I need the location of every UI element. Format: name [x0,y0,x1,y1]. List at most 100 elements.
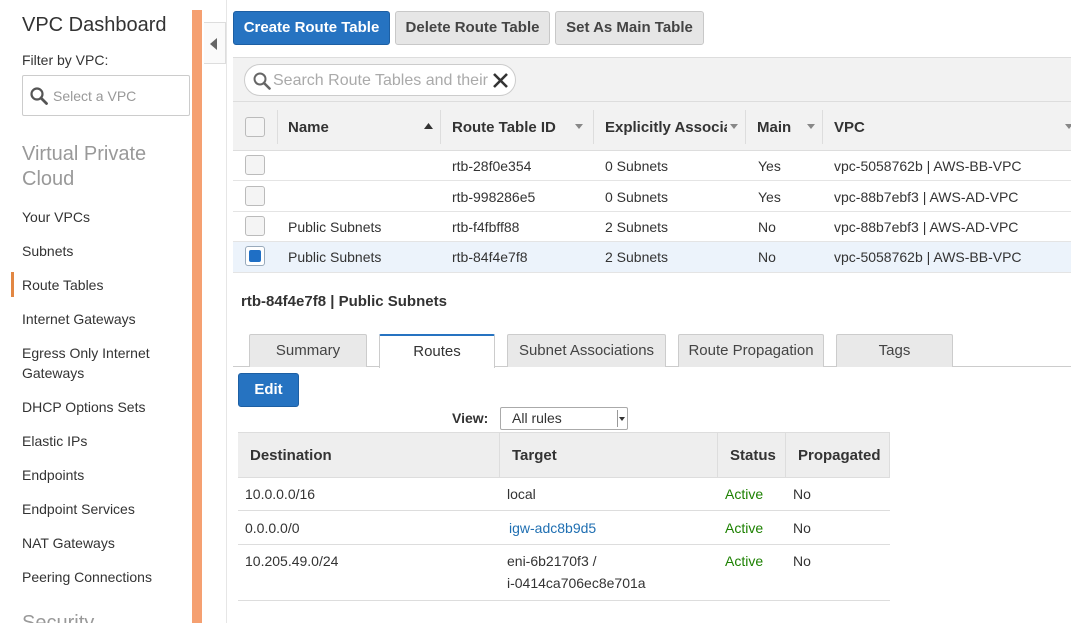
route-target-instance: i-0414ca706ec8e701a [507,575,646,591]
row-name: Public Subnets [288,219,382,235]
panel-divider [226,0,227,623]
route-target: local [507,486,536,502]
routes-table-header: Destination Target Status Propagated [238,432,890,478]
column-header-target: Target [512,447,557,464]
filter-bar: Search Route Tables and their properties [233,57,1071,101]
vpc-filter-placeholder: Select a VPC [53,88,137,104]
sidebar-item-dhcp-options-sets[interactable]: DHCP Options Sets [22,397,182,417]
row-associations: 2 Subnets [605,249,669,265]
column-header-propagated: Propagated [798,447,881,464]
collapse-sidebar-button[interactable] [204,22,226,64]
table-row[interactable]: rtb-998286e5 0 Subnets Yes vpc-88b7ebf3 … [233,182,1071,212]
tab-route-propagation[interactable]: Route Propagation [678,334,824,367]
row-main: No [758,249,776,265]
sidebar-item-your-vpcs[interactable]: Your VPCs [22,207,182,227]
sidebar-item-elastic-ips[interactable]: Elastic IPs [22,431,182,451]
sidebar-item-nat-gateways[interactable]: NAT Gateways [22,533,182,553]
sidebar-item-egress-only-internet-gateways[interactable]: Egress Only Internet Gateways [22,343,182,383]
row-checkbox-checked[interactable] [245,246,265,266]
route-destination: 10.0.0.0/16 [245,486,316,502]
table-row[interactable]: rtb-28f0e354 0 Subnets Yes vpc-5058762b … [233,151,1071,181]
vpc-filter-select[interactable]: Select a VPC [22,75,190,116]
create-route-table-button[interactable]: Create Route Table [233,11,390,45]
row-associations: 0 Subnets [605,189,669,205]
sidebar-item-subnets[interactable]: Subnets [22,241,182,261]
route-propagated: No [793,553,811,569]
row-checkbox[interactable] [245,155,265,175]
route-status: Active [725,553,764,569]
row-vpc: vpc-88b7ebf3 | AWS-AD-VPC [834,219,1019,235]
route-propagated: No [793,520,811,536]
route-target: eni-6b2170f3 / [507,553,597,569]
column-header-destination: Destination [250,447,332,464]
set-as-main-table-button[interactable]: Set As Main Table [555,11,704,45]
chevron-left-icon [210,38,217,50]
sort-ascending-icon[interactable] [424,123,433,129]
sidebar: VPC Dashboard Filter by VPC: Select a VP… [0,0,192,623]
row-main: No [758,219,776,235]
row-main: Yes [758,158,781,174]
sidebar-title[interactable]: VPC Dashboard [22,14,167,37]
route-target-link[interactable]: igw-adc8b9d5 [509,517,596,539]
search-icon [30,87,48,105]
active-indicator [11,272,14,297]
table-row-selected[interactable]: Public Subnets rtb-84f4e7f8 2 Subnets No… [233,242,1071,273]
sort-icon[interactable] [1065,124,1071,129]
route-destination: 10.205.49.0/24 [245,553,339,569]
column-header-main[interactable]: Main [757,119,797,136]
row-name: Public Subnets [288,249,382,265]
route-status: Active [725,520,764,536]
search-icon [253,72,271,90]
select-all-checkbox[interactable] [245,117,265,137]
sidebar-item-internet-gateways[interactable]: Internet Gateways [22,309,182,329]
route-row: 10.0.0.0/16 local Active No [238,478,890,511]
sidebar-item-route-tables[interactable]: Route Tables [22,275,182,295]
sidebar-item-endpoints[interactable]: Endpoints [22,465,182,485]
row-vpc: vpc-5058762b | AWS-BB-VPC [834,158,1022,174]
tab-tags[interactable]: Tags [836,334,953,367]
route-row: 10.205.49.0/24 eni-6b2170f3 / i-0414ca70… [238,545,890,601]
sidebar-item-peering-connections[interactable]: Peering Connections [22,567,182,587]
row-associations: 0 Subnets [605,158,669,174]
column-header-vpc[interactable]: VPC [834,119,865,136]
sidebar-accent-bar [192,10,202,623]
route-destination: 0.0.0.0/0 [245,520,300,536]
row-route-table-id: rtb-28f0e354 [452,158,532,174]
route-tables-header: Name Route Table ID Explicitly Associate… [233,101,1071,151]
column-header-route-table-id[interactable]: Route Table ID [452,119,572,136]
sort-icon[interactable] [730,124,738,129]
delete-route-table-button[interactable]: Delete Route Table [395,11,550,45]
route-table-search-input[interactable]: Search Route Tables and their properties [244,64,516,96]
table-row[interactable]: Public Subnets rtb-f4fbff88 2 Subnets No… [233,212,1071,242]
view-filter-select[interactable]: All rules [500,407,628,430]
column-header-status: Status [730,447,776,464]
view-label: View: [452,410,489,426]
search-placeholder: Search Route Tables and their properties [273,72,489,89]
row-route-table-id: rtb-84f4e7f8 [452,249,528,265]
edit-routes-button[interactable]: Edit [238,373,299,407]
sort-icon[interactable] [575,124,583,129]
sidebar-item-endpoint-services[interactable]: Endpoint Services [22,499,182,519]
route-row: 0.0.0.0/0 igw-adc8b9d5 Active No [238,511,890,545]
sort-icon[interactable] [807,124,815,129]
column-header-explicitly-associated[interactable]: Explicitly Associated With [605,119,727,136]
row-route-table-id: rtb-f4fbff88 [452,219,520,235]
filter-by-vpc-label: Filter by VPC: [22,52,109,68]
row-checkbox[interactable] [245,186,265,206]
tab-summary[interactable]: Summary [249,334,367,367]
tab-subnet-associations[interactable]: Subnet Associations [507,334,666,367]
sidebar-section-title: Virtual Private Cloud [22,143,147,190]
route-propagated: No [793,486,811,502]
chevron-down-icon [617,410,625,427]
row-main: Yes [758,189,781,205]
row-associations: 2 Subnets [605,219,669,235]
row-vpc: vpc-5058762b | AWS-BB-VPC [834,249,1022,265]
sidebar-section-security: Security [22,612,95,623]
row-checkbox[interactable] [245,216,265,236]
clear-search-icon[interactable] [492,72,509,89]
row-vpc: vpc-88b7ebf3 | AWS-AD-VPC [834,189,1019,205]
detail-title: rtb-84f4e7f8 | Public Subnets [241,293,447,310]
column-header-name[interactable]: Name [288,119,416,136]
tab-routes[interactable]: Routes [379,334,495,368]
row-route-table-id: rtb-998286e5 [452,189,536,205]
